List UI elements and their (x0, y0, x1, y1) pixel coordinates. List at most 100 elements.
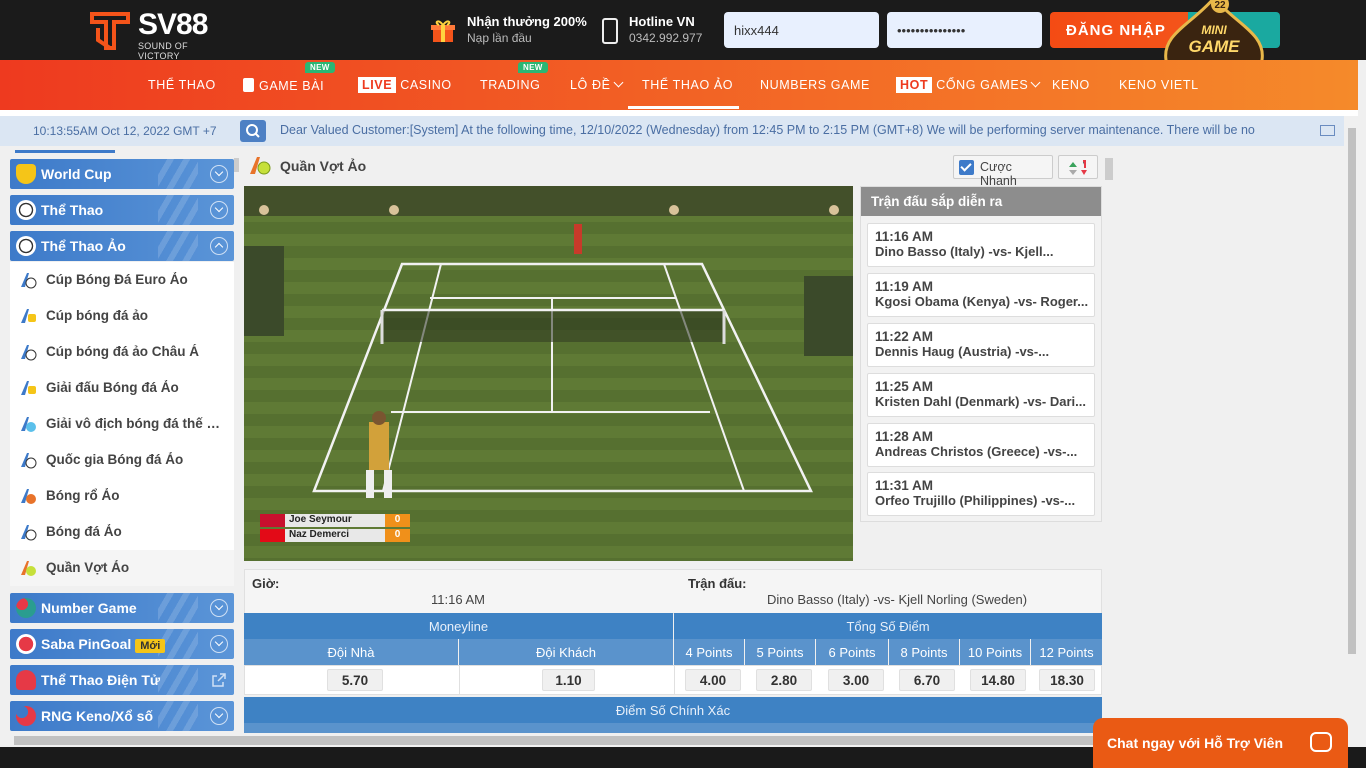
nav-active-indicator (628, 106, 739, 109)
odds-home[interactable]: 5.70 (327, 669, 383, 691)
virtual-soccer-icon (21, 453, 37, 469)
external-link-icon (212, 673, 226, 687)
announcement-bar: 10:13:55AM Oct 12, 2022 GMT +7 Dear Valu… (0, 116, 1344, 146)
pingoal-icon (16, 634, 36, 654)
quick-bet-toggle[interactable]: Cược Nhanh (953, 155, 1053, 188)
keno-balls-icon (16, 706, 36, 726)
password-input[interactable] (887, 12, 1042, 48)
chevron-down-icon (613, 77, 623, 88)
sidebar-item-quoc-gia-bong-da-ao[interactable]: Quốc gia Bóng đá Ảo (10, 442, 234, 478)
chevron-down-icon (1030, 77, 1041, 88)
upcoming-match-item[interactable]: 11:31 AM Orfeo Trujillo (Philippines) -v… (867, 472, 1095, 516)
live-chat-button[interactable]: Chat ngay với Hỗ Trợ Viên (1093, 718, 1348, 768)
upcoming-match-item[interactable]: 11:19 AM Kgosi Obama (Kenya) -vs- Roger.… (867, 273, 1095, 317)
total-points-header: Tổng Số Điểm (674, 613, 1102, 639)
virtual-soccer-icon (21, 273, 37, 289)
sidebar-group-saba-pingoal[interactable]: Saba PinGoal Mới (10, 629, 234, 659)
home-header: Đội Nhà (244, 639, 458, 665)
odds-row: 5.70 1.10 4.00 2.80 3.00 6.70 14.80 18.3… (244, 665, 1102, 695)
total-col-header: 8 Points (889, 639, 959, 665)
trophy-icon (16, 164, 36, 184)
scrollbar-thumb[interactable] (1348, 128, 1356, 654)
vertical-scrollbar[interactable] (1346, 116, 1358, 734)
cards-icon (243, 78, 254, 92)
sidebar-group-the-thao-ao[interactable]: Thể Thao Ảo (10, 231, 234, 261)
virtual-sports-icon (16, 236, 36, 256)
upcoming-match-item[interactable]: 11:25 AM Kristen Dahl (Denmark) -vs- Dar… (867, 373, 1095, 417)
nav-keno[interactable]: KENO (1052, 78, 1090, 92)
brand-tagline: SOUND OF VICTORY (138, 41, 188, 61)
username-input[interactable] (724, 12, 879, 48)
sidebar-group-number-game[interactable]: Number Game (10, 593, 234, 623)
svg-text:GAME: GAME (1189, 37, 1241, 56)
nav-trading[interactable]: NEW TRADING (480, 62, 548, 92)
total-col-header: 10 Points (960, 639, 1030, 665)
sidebar-group-the-thao[interactable]: Thể Thao (10, 195, 234, 225)
nav-numbers-game[interactable]: NUMBERS GAME (760, 78, 870, 92)
logo[interactable]: SV88 SOUND OF VICTORY (88, 8, 228, 61)
sidebar-group-the-thao-dien-tu[interactable]: Thể Thao Điện Tử (10, 665, 234, 695)
gift-icon (431, 20, 455, 42)
nav-the-thao[interactable]: THỂ THAO (148, 78, 216, 92)
nav-keno-vietlott[interactable]: KENO VIETL (1119, 78, 1199, 92)
virtual-basketball-icon (21, 489, 36, 504)
nav-lo-de[interactable]: LÔ ĐỀ (570, 77, 623, 92)
nav-cong-games[interactable]: HOT CỔNG GAMES (896, 77, 1041, 93)
top-bar: SV88 SOUND OF VICTORY Nhận thưởng 200% N… (0, 0, 1366, 92)
total-col-header: 6 Points (816, 639, 888, 665)
odds-away[interactable]: 1.10 (542, 669, 595, 691)
sidebar: World Cup Thể Thao Thể Thao Ảo Cúp Bóng … (10, 146, 235, 734)
virtual-soccer-icon (21, 345, 37, 361)
upcoming-title: Trận đấu sắp diễn ra (861, 187, 1101, 216)
match-video[interactable]: Joe Seymour 0 Naz Demerci 0 (244, 186, 853, 561)
nav-game-bai[interactable]: NEW GAME BÀI (243, 62, 335, 93)
virtual-tennis-icon (250, 157, 271, 175)
chevron-down-icon (210, 635, 228, 653)
number-balls-icon (16, 598, 36, 618)
odds-sort-button[interactable] (1058, 155, 1098, 179)
total-col-header: 5 Points (745, 639, 815, 665)
nav-live-casino[interactable]: LIVE CASINO (358, 77, 452, 93)
sidebar-group-rng-keno[interactable]: RNG Keno/Xổ số (10, 701, 234, 731)
odds-total[interactable]: 18.30 (1039, 669, 1095, 691)
headset-icon (16, 670, 36, 690)
exact-score-header: Điểm Số Chính Xác (244, 697, 1102, 723)
brand-name: SV88 (138, 8, 208, 41)
upcoming-match-item[interactable]: 11:28 AM Andreas Christos (Greece) -vs-.… (867, 423, 1095, 467)
sidebar-item-cup-bong-da-ao[interactable]: Cúp bóng đá ảo (10, 298, 234, 334)
moneyline-header: Moneyline (244, 613, 673, 639)
sidebar-item-cup-chau-a[interactable]: Cúp bóng đá ảo Châu Á (10, 334, 234, 370)
promo-title[interactable]: Nhận thưởng 200% (467, 14, 587, 29)
main-nav: THỂ THAO NEW GAME BÀI LIVE CASINO NEW TRA… (0, 60, 1358, 110)
odds-total[interactable]: 14.80 (970, 669, 1026, 691)
upcoming-match-item[interactable]: 11:22 AM Dennis Haug (Austria) -vs-... (867, 323, 1095, 367)
odds-total[interactable]: 4.00 (685, 669, 741, 691)
match-info: Giờ: 11:16 AM Trận đấu: Dino Basso (Ital… (244, 569, 1102, 614)
flag-icon (260, 514, 285, 527)
chevron-down-icon (210, 201, 228, 219)
sidebar-group-world-cup[interactable]: World Cup (10, 159, 234, 189)
odds-total[interactable]: 3.00 (828, 669, 884, 691)
sidebar-item-euro-ao[interactable]: Cúp Bóng Đá Euro Ảo (10, 262, 234, 298)
virtual-trophy-icon (21, 309, 36, 323)
sidebar-item-giai-vo-dich-the-gioi-ao[interactable]: Giải vô địch bóng đá thế giới ảo (10, 406, 234, 442)
odds-total[interactable]: 2.80 (756, 669, 812, 691)
upcoming-match-item[interactable]: 11:16 AM Dino Basso (Italy) -vs- Kjell..… (867, 223, 1095, 267)
scrollbar-thumb[interactable] (14, 736, 1094, 745)
tennis-court-scene (244, 186, 853, 561)
virtual-globe-icon (21, 417, 36, 432)
sidebar-item-bong-da-ao[interactable]: Bóng đá Ảo (10, 514, 234, 550)
chevron-down-icon (210, 599, 228, 617)
virtual-tennis-icon (21, 561, 36, 576)
page-title: Quần Vợt Ảo (280, 158, 367, 174)
search-button[interactable] (240, 120, 266, 142)
odds-total[interactable]: 6.70 (899, 669, 955, 691)
sidebar-item-bong-ro-ao[interactable]: Bóng rổ Ảo (10, 478, 234, 514)
sidebar-item-quan-vot-ao[interactable]: Quần Vợt Ảo (10, 550, 234, 586)
minigame-number: 22 (1214, 0, 1226, 11)
mail-icon[interactable] (1320, 125, 1335, 136)
svg-text:MINI: MINI (1201, 23, 1227, 37)
live-badge: LIVE (358, 77, 397, 93)
nav-the-thao-ao[interactable]: THỂ THAO ẢO (642, 78, 733, 92)
sidebar-item-giai-dau-bong-da-ao[interactable]: Giải đấu Bóng đá Ảo (10, 370, 234, 406)
